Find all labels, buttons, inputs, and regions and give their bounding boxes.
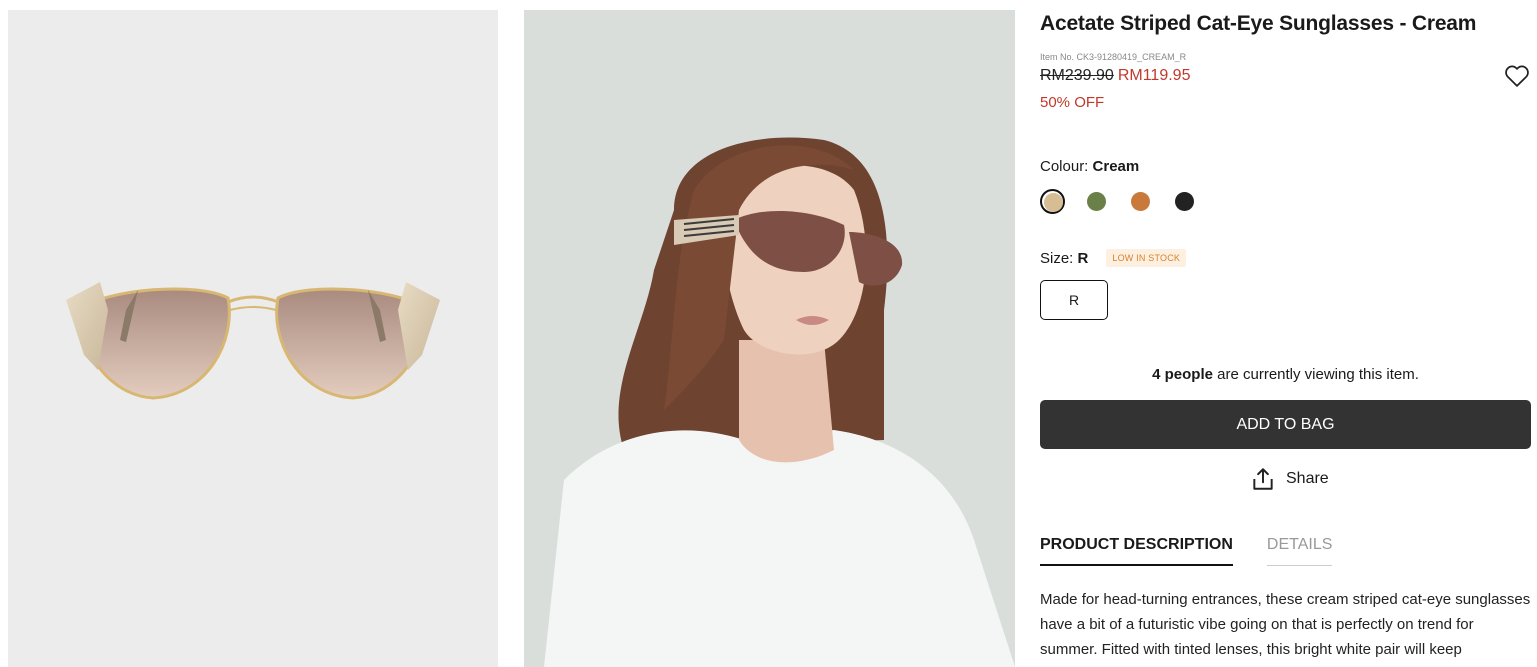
swatch-green[interactable] (1084, 189, 1109, 214)
share-label: Share (1286, 470, 1329, 487)
heart-icon[interactable] (1503, 62, 1531, 90)
selected-colour: Cream (1092, 158, 1140, 175)
tab-product-description[interactable]: PRODUCT DESCRIPTION (1040, 536, 1233, 566)
tab-details[interactable]: DETAILS (1266, 536, 1333, 566)
swatch-orange[interactable] (1128, 189, 1153, 214)
viewing-text: are currently viewing this item. (1212, 366, 1419, 383)
product-info-panel: Acetate Striped Cat-Eye Sunglasses - Cre… (1040, 0, 1531, 667)
share-icon (1253, 468, 1273, 490)
original-price: RM239.90 (1040, 67, 1114, 84)
discount-label: 50% OFF (1040, 94, 1105, 111)
share-button[interactable]: Share (1250, 466, 1329, 492)
viewing-notice: 4 people are currently viewing this item… (1040, 366, 1531, 383)
selected-size: R (1077, 249, 1089, 267)
size-option-r[interactable]: R (1040, 280, 1108, 320)
sale-price: RM119.95 (1117, 67, 1191, 84)
swatch-cream[interactable] (1040, 189, 1065, 214)
size-label: Size: R (1040, 250, 1088, 267)
product-image[interactable] (8, 10, 498, 667)
colour-label-text: Colour: (1040, 158, 1089, 175)
model-illustration (524, 10, 1015, 667)
item-number: Item No. CK3-91280419_CREAM_R (1040, 52, 1187, 62)
model-image[interactable] (524, 10, 1015, 667)
colour-label: Colour: Cream (1040, 158, 1139, 175)
product-title: Acetate Striped Cat-Eye Sunglasses - Cre… (1040, 12, 1477, 35)
product-description: Made for head-turning entrances, these c… (1040, 591, 1531, 658)
viewing-count: 4 people (1152, 366, 1213, 383)
sunglasses-illustration (66, 282, 440, 400)
size-row: Size: R LOW IN STOCK (1040, 249, 1187, 267)
price-row: RM239.90 RM119.95 (1040, 67, 1190, 85)
description-tabs: PRODUCT DESCRIPTION DETAILS (1040, 536, 1333, 566)
add-to-bag-button[interactable]: ADD TO BAG (1040, 400, 1531, 449)
colour-swatches (1040, 189, 1197, 214)
stock-badge: LOW IN STOCK (1106, 249, 1187, 267)
size-label-text: Size: (1040, 249, 1074, 267)
swatch-black[interactable] (1172, 189, 1197, 214)
